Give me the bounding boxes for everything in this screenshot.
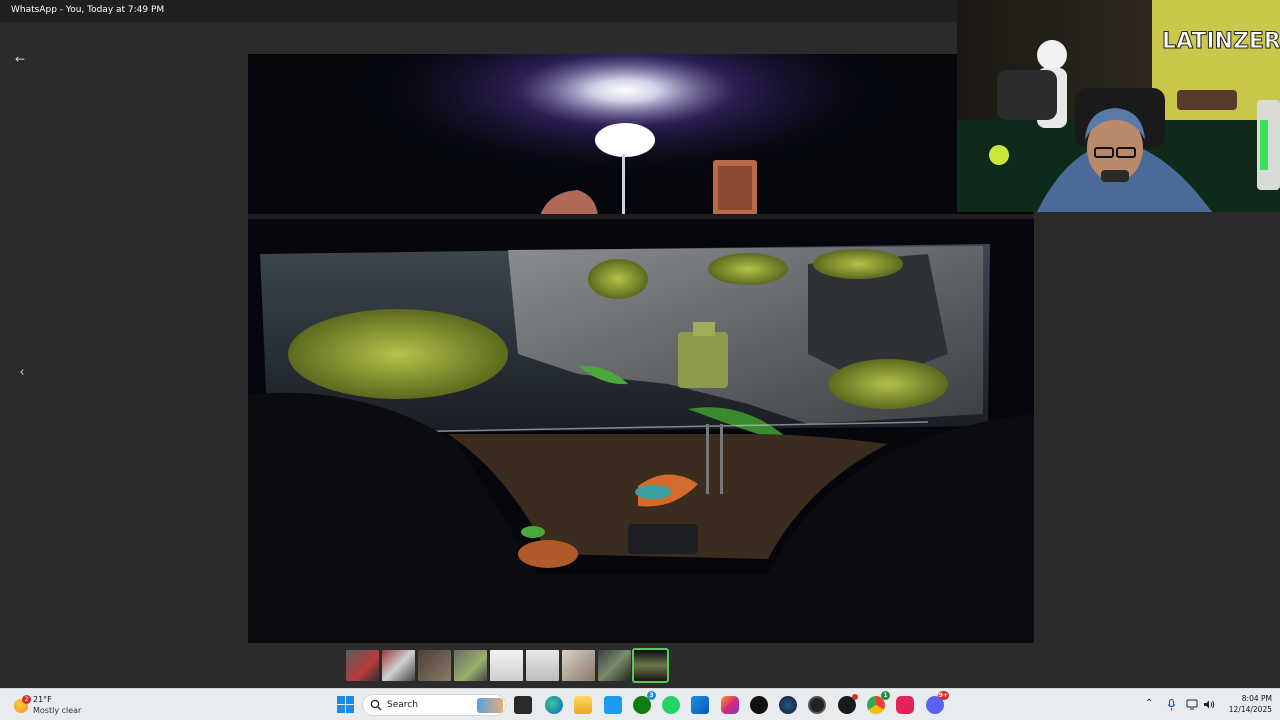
taskbar-search[interactable]: Search	[362, 694, 506, 716]
weather-condition: Mostly clear	[33, 706, 82, 715]
back-arrow-icon[interactable]: ←	[11, 52, 29, 66]
thumbnail[interactable]	[454, 650, 487, 681]
thumbnail[interactable]	[382, 650, 415, 681]
chrome-badge: 1	[881, 691, 890, 700]
window-title: WhatsApp - You, Today at 7:49 PM	[11, 5, 165, 15]
thumbnail[interactable]	[598, 650, 631, 681]
start-button[interactable]	[337, 696, 354, 713]
chrome-icon[interactable]: 1	[867, 691, 890, 714]
windows-logo-icon	[337, 696, 345, 704]
thumbnail[interactable]	[418, 650, 451, 681]
twitter-icon[interactable]	[604, 696, 622, 714]
search-icon	[370, 699, 382, 711]
app-red-dot-badge	[852, 694, 858, 700]
weather-widget[interactable]: 2 21°F Mostly clear	[12, 692, 102, 718]
tiktok-icon[interactable]	[750, 696, 768, 714]
file-explorer-icon[interactable]	[574, 696, 592, 714]
discord-icon[interactable]: 9+	[926, 691, 949, 714]
thumbnail[interactable]	[526, 650, 559, 681]
instagram-icon[interactable]	[721, 696, 739, 714]
thumbnail[interactable]	[562, 650, 595, 681]
search-placeholder: Search	[387, 700, 418, 710]
xbox-icon[interactable]: 3	[633, 691, 656, 714]
chevron-left-icon[interactable]: ‹	[14, 365, 30, 381]
aquarium-photo	[248, 54, 1034, 643]
search-highlight-icon	[477, 698, 503, 713]
streamer-webcam: LATINZERO	[957, 0, 1280, 212]
network-icon[interactable]	[1186, 699, 1198, 710]
microphone-icon[interactable]	[1167, 699, 1176, 711]
discord-badge: 9+	[937, 691, 949, 700]
tiktok-live-icon[interactable]	[896, 696, 914, 714]
weather-temperature: 21°F	[33, 695, 52, 704]
volume-icon[interactable]	[1203, 699, 1215, 710]
taskbar-clock[interactable]: 8:04 PM 12/14/2025	[1222, 693, 1272, 715]
app-red-dot-icon[interactable]	[838, 694, 858, 714]
chevron-up-icon[interactable]: ⌃	[1145, 698, 1153, 709]
microsoft-store-icon[interactable]	[691, 696, 709, 714]
obs-icon[interactable]	[808, 696, 826, 714]
thumbnail-strip	[346, 648, 669, 684]
thumbnail-active[interactable]	[632, 648, 669, 683]
taskbar: 2 21°F Mostly clear Search 3 1 9+ ⌃ 8:04…	[0, 688, 1280, 720]
webcam-illustration: LATINZERO	[957, 0, 1280, 212]
task-view-icon[interactable]	[514, 696, 532, 714]
thumbnail[interactable]	[490, 650, 523, 681]
xbox-badge: 3	[647, 691, 656, 700]
whatsapp-icon[interactable]	[662, 696, 680, 714]
clock-time: 8:04 PM	[1241, 694, 1272, 703]
webcam-sign-text: LATINZERO	[1162, 29, 1280, 54]
thumbnail[interactable]	[346, 650, 379, 681]
edge-icon[interactable]	[545, 696, 563, 714]
weather-badge: 2	[22, 695, 31, 704]
aquarium-illustration	[248, 54, 1034, 643]
clock-date: 12/14/2025	[1228, 705, 1272, 714]
steam-icon[interactable]	[779, 696, 797, 714]
